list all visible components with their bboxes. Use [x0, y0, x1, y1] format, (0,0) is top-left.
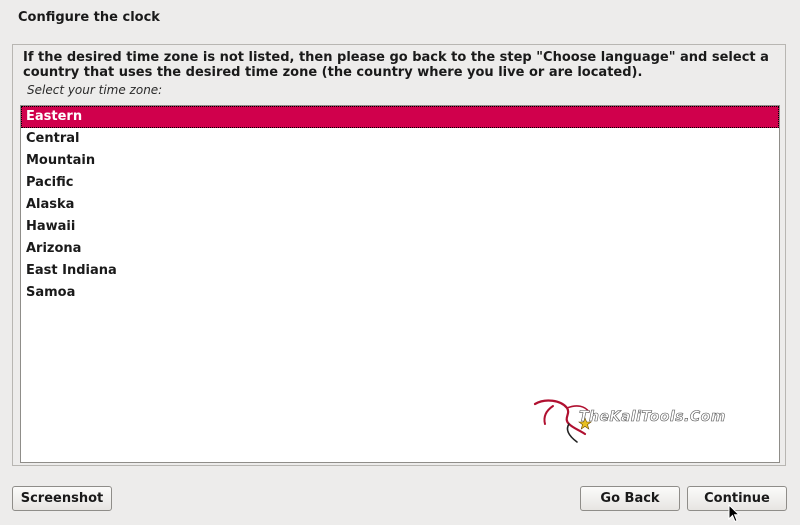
go-back-button[interactable]: Go Back — [580, 486, 680, 511]
watermark-logo: TheKaliTools.Com — [533, 396, 773, 446]
list-item-arizona[interactable]: Arizona — [21, 238, 779, 260]
timezone-list[interactable]: Eastern Central Mountain Pacific Alaska … — [20, 105, 780, 463]
list-item-central[interactable]: Central — [21, 128, 779, 150]
list-item-alaska[interactable]: Alaska — [21, 194, 779, 216]
list-item-hawaii[interactable]: Hawaii — [21, 216, 779, 238]
timezone-prompt: Select your time zone: — [27, 83, 163, 97]
page-title: Configure the clock — [18, 10, 160, 25]
list-item-pacific[interactable]: Pacific — [21, 172, 779, 194]
description-text: If the desired time zone is not listed, … — [23, 50, 769, 80]
mouse-pointer-icon — [728, 504, 740, 523]
installer-window: Configure the clock If the desired time … — [0, 0, 800, 525]
list-item-east-indiana[interactable]: East Indiana — [21, 260, 779, 282]
timezone-panel: If the desired time zone is not listed, … — [12, 44, 786, 466]
list-item-mountain[interactable]: Mountain — [21, 150, 779, 172]
list-item-eastern[interactable]: Eastern — [21, 106, 779, 128]
list-item-samoa[interactable]: Samoa — [21, 282, 779, 304]
screenshot-button[interactable]: Screenshot — [12, 486, 112, 511]
watermark-text: TheKaliTools.Com — [579, 409, 726, 426]
